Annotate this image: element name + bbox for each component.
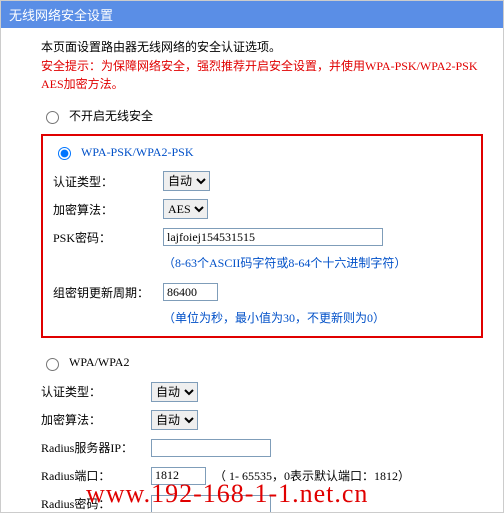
hint-radius-port: （ 1- 65535，0表示默认端口：1812）	[214, 467, 410, 484]
wpapsk-section: WPA-PSK/WPA2-PSK 认证类型： 自动 加密算法： AES PSK密…	[41, 134, 483, 338]
radio-wpa-label: WPA/WPA2	[69, 355, 129, 369]
page-title: 无线网络安全设置	[9, 8, 113, 23]
input-radius-ip[interactable]	[151, 439, 271, 457]
radio-none[interactable]	[46, 111, 59, 124]
input-radius-pwd[interactable]	[151, 495, 271, 513]
option-wpa-row: WPA/WPA2	[41, 354, 483, 370]
label-encrypt-2: 加密算法：	[41, 411, 151, 428]
hint-group-key-1: （单位为秒，最小值为30，不更新则为0）	[163, 309, 471, 326]
option-none-row: 不开启无线安全	[41, 107, 483, 124]
radio-none-label: 不开启无线安全	[69, 109, 153, 123]
label-radius-pwd: Radius密码：	[41, 495, 151, 512]
title-bar: 无线网络安全设置	[1, 1, 503, 28]
input-group-key-1[interactable]	[163, 283, 218, 301]
label-radius-port: Radius端口：	[41, 467, 151, 484]
radio-wpapsk-label: WPA-PSK/WPA2-PSK	[81, 145, 193, 159]
select-encrypt-1[interactable]: AES	[163, 199, 208, 219]
label-encrypt: 加密算法：	[53, 201, 163, 218]
label-psk: PSK密码：	[53, 229, 163, 246]
select-auth-type-2[interactable]: 自动	[151, 382, 198, 402]
content-area: 本页面设置路由器无线网络的安全认证选项。 安全提示：为保障网络安全，强烈推荐开启…	[1, 28, 503, 513]
security-warning: 安全提示：为保障网络安全，强烈推荐开启安全设置，并使用WPA-PSK/WPA2-…	[41, 57, 483, 93]
option-wpapsk-row: WPA-PSK/WPA2-PSK	[53, 144, 471, 160]
label-group-key-1: 组密钥更新周期：	[53, 284, 163, 301]
label-radius-ip: Radius服务器IP：	[41, 439, 151, 456]
label-auth-type-2: 认证类型：	[41, 383, 151, 400]
label-auth-type: 认证类型：	[53, 173, 163, 190]
select-auth-type-1[interactable]: 自动	[163, 171, 210, 191]
select-encrypt-2[interactable]: 自动	[151, 410, 198, 430]
hint-psk: （8-63个ASCII码字符或8-64个十六进制字符）	[163, 254, 471, 271]
radio-wpapsk[interactable]	[58, 147, 71, 160]
input-psk[interactable]	[163, 228, 383, 246]
radio-wpa[interactable]	[46, 358, 59, 371]
intro-text: 本页面设置路由器无线网络的安全认证选项。	[41, 38, 483, 55]
input-radius-port[interactable]	[151, 467, 206, 485]
